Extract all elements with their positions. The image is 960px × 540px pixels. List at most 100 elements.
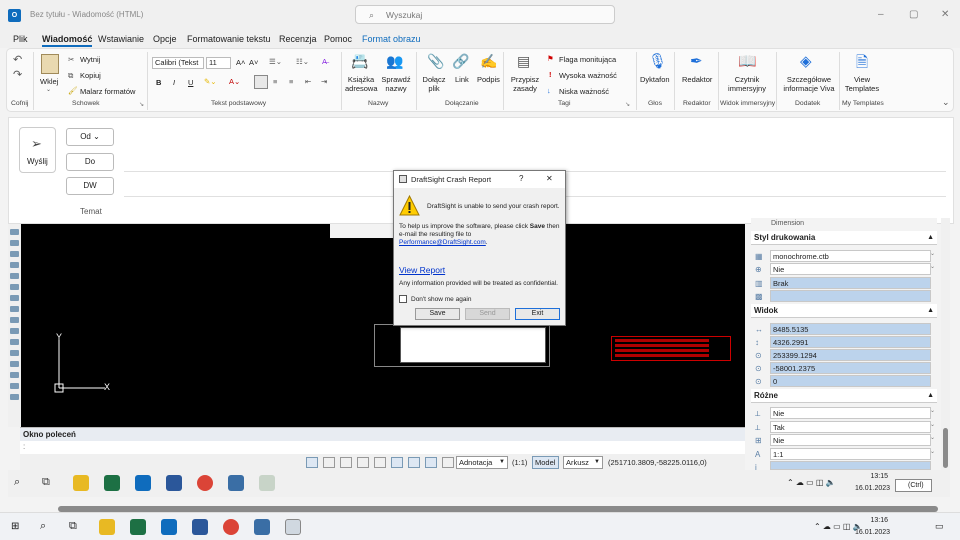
- paste-label[interactable]: Wklej: [40, 77, 58, 86]
- dialog-launcher-icon[interactable]: ↘: [139, 101, 144, 108]
- editor-label[interactable]: Redaktor: [682, 75, 712, 84]
- tool-icon[interactable]: [10, 273, 19, 279]
- excel-icon[interactable]: [130, 519, 146, 535]
- task-view-icon[interactable]: ⧉: [42, 476, 50, 489]
- chevron-down-icon[interactable]: ⌄: [46, 86, 51, 93]
- tool-icon[interactable]: [10, 383, 19, 389]
- tool-icon[interactable]: [10, 317, 19, 323]
- chrome-icon[interactable]: [197, 475, 213, 491]
- search-icon[interactable]: ⌕: [14, 476, 20, 489]
- cc-button[interactable]: DW: [66, 177, 114, 195]
- tool-icon[interactable]: [10, 229, 19, 235]
- cut-button[interactable]: Wytnij: [80, 55, 100, 64]
- polar-toggle-icon[interactable]: [357, 457, 369, 468]
- address-book-label[interactable]: Książka adresowa: [345, 75, 378, 93]
- clear-format-icon[interactable]: A̶: [322, 57, 327, 66]
- font-color-icon[interactable]: A⌄: [229, 77, 240, 86]
- maximize-button[interactable]: ▢: [909, 9, 918, 20]
- notification-icon[interactable]: ▭: [935, 521, 944, 532]
- dont-show-checkbox[interactable]: [399, 295, 407, 303]
- menu-file[interactable]: Plik: [13, 34, 28, 44]
- search-icon[interactable]: ⌕: [40, 520, 46, 533]
- file-explorer-icon[interactable]: [73, 475, 89, 491]
- dialog-close-button[interactable]: ✕: [546, 174, 553, 183]
- viva-insights-label[interactable]: Szczegółowe informacje Viva: [780, 75, 838, 93]
- check-names-label[interactable]: Sprawdź nazwy: [380, 75, 412, 93]
- tool-icon[interactable]: [10, 361, 19, 367]
- misc-row[interactable]: ⊞ Nie ⌄: [751, 434, 937, 447]
- ortho-toggle-icon[interactable]: [323, 457, 335, 468]
- tool-icon[interactable]: [10, 328, 19, 334]
- immersive-reader-label[interactable]: Czytnik immersyjny: [727, 75, 767, 93]
- paste-options-button[interactable]: (Ctrl): [895, 479, 932, 492]
- excel-icon[interactable]: [104, 475, 120, 491]
- italic-icon[interactable]: I: [173, 78, 175, 87]
- viva-insights-icon[interactable]: ◈: [800, 52, 812, 70]
- outlook-icon[interactable]: [135, 475, 151, 491]
- paperclip-icon[interactable]: 📎: [427, 53, 444, 70]
- immersive-reader-icon[interactable]: 📖: [738, 52, 757, 70]
- to-button[interactable]: Do: [66, 153, 114, 171]
- file-explorer-icon[interactable]: [99, 519, 115, 535]
- view-center-x-row[interactable]: ⊙ 253399.1294: [751, 349, 937, 362]
- link-label[interactable]: Link: [455, 75, 469, 84]
- menu-insert[interactable]: Wstawianie: [98, 34, 144, 44]
- align-center-icon[interactable]: ≡: [273, 77, 277, 86]
- address-book-icon[interactable]: 📇: [351, 53, 368, 70]
- underline-icon[interactable]: U: [188, 78, 193, 87]
- command-input[interactable]: :: [20, 441, 745, 454]
- tool-icon[interactable]: [10, 284, 19, 290]
- align-left-icon[interactable]: [254, 75, 268, 89]
- collapse-ribbon-icon[interactable]: ⌄: [942, 97, 950, 108]
- undo-icon[interactable]: ↶: [13, 53, 22, 66]
- sheet-dropdown[interactable]: Arkusz ▼: [563, 456, 603, 469]
- misc-row[interactable]: ⟂ Nie ⌄: [751, 407, 937, 420]
- chrome-icon[interactable]: [223, 519, 239, 535]
- tool-icon[interactable]: [10, 306, 19, 312]
- grow-font-icon[interactable]: A˄: [236, 58, 245, 67]
- view-width-row[interactable]: ↔ 8485.5135: [751, 323, 937, 336]
- word-icon[interactable]: [192, 519, 208, 535]
- scrollbar-thumb[interactable]: [943, 428, 948, 468]
- paste-icon[interactable]: [41, 54, 59, 74]
- tool-icon[interactable]: [10, 251, 19, 257]
- print-style-attached-row[interactable]: ⊕ Nie ⌄: [751, 263, 937, 276]
- copy-button[interactable]: Kopiuj: [80, 71, 101, 80]
- low-importance-button[interactable]: Niska ważność: [559, 87, 609, 96]
- dialog-save-button[interactable]: Save: [415, 308, 460, 320]
- policy-icon[interactable]: ▤: [517, 53, 530, 70]
- lineweight-toggle-icon[interactable]: [408, 457, 420, 468]
- shrink-font-icon[interactable]: A˅: [249, 58, 258, 67]
- tool-icon[interactable]: [10, 372, 19, 378]
- increase-indent-icon[interactable]: ⇥: [321, 77, 327, 86]
- print-style-extra-row[interactable]: ▩: [751, 290, 937, 303]
- dialog-launcher-icon[interactable]: ↘: [625, 101, 630, 108]
- tool-icon[interactable]: [10, 339, 19, 345]
- grid-toggle-icon[interactable]: [340, 457, 352, 468]
- link-icon[interactable]: 🔗: [452, 53, 469, 70]
- high-importance-button[interactable]: Wysoka ważność: [559, 71, 617, 80]
- menu-picture-format[interactable]: Format obrazu: [362, 34, 421, 44]
- send-button[interactable]: ➢ Wyślij: [19, 127, 56, 173]
- font-name-select[interactable]: Calibri (Tekst: [152, 57, 204, 69]
- signature-icon[interactable]: ✍: [480, 53, 497, 70]
- performance-email-link[interactable]: Performance@DraftSight.com: [399, 239, 486, 246]
- editor-icon[interactable]: ✒: [690, 52, 703, 70]
- menu-review[interactable]: Recenzja: [279, 34, 317, 44]
- search-box[interactable]: ⌕ Wyszukaj: [355, 5, 615, 24]
- microphone-icon[interactable]: 🎙: [648, 52, 667, 70]
- tool-icon[interactable]: [10, 394, 19, 400]
- remote-desktop-icon[interactable]: [285, 519, 301, 535]
- quick-input-icon[interactable]: [442, 457, 454, 468]
- esnap-toggle-icon[interactable]: [374, 457, 386, 468]
- tool-icon[interactable]: [10, 350, 19, 356]
- print-style-table-row[interactable]: ▦ monochrome.ctb ⌄: [751, 250, 937, 263]
- app-icon[interactable]: [254, 519, 270, 535]
- tray-icons[interactable]: ⌃ ☁ ▭ ◫ 🔈: [787, 478, 836, 487]
- attach-file-label[interactable]: Dołącz plik: [421, 75, 447, 93]
- bullets-icon[interactable]: ☰⌄: [269, 57, 282, 66]
- snap-toggle-icon[interactable]: [306, 457, 318, 468]
- misc-row[interactable]: i: [751, 461, 937, 472]
- follow-up-flag-button[interactable]: Flaga monitująca: [559, 55, 616, 64]
- highlight-icon[interactable]: ✎⌄: [204, 77, 217, 86]
